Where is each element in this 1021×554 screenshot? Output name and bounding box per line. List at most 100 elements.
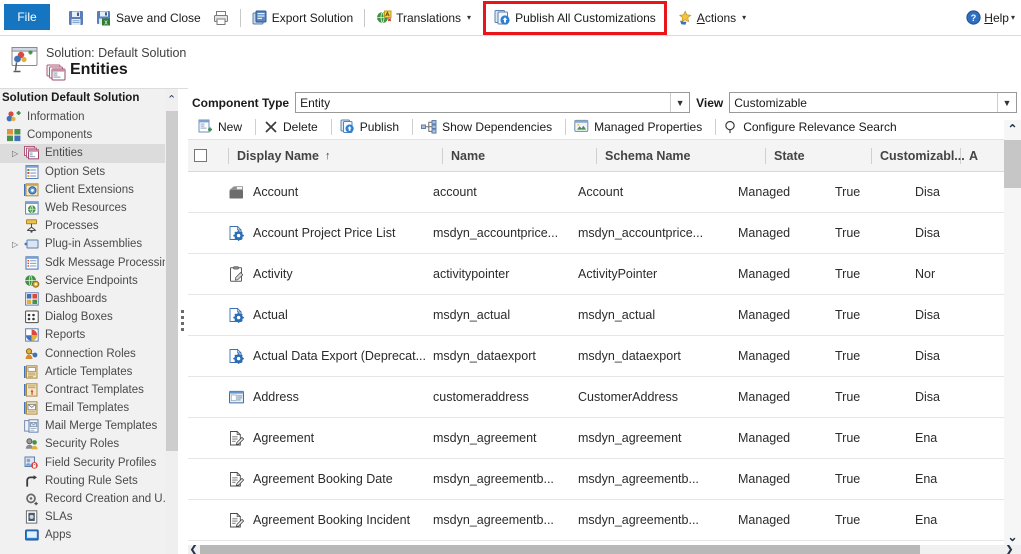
sidebar-item-reports[interactable]: Reports [0,326,178,344]
table-row[interactable]: Activity activitypointer ActivityPointer Ma… [188,254,1021,295]
splitter-grip-icon [181,309,184,334]
sidebar-item-record-creation-and-u[interactable]: Record Creation and U... [0,490,178,508]
cell-customizable: True [835,431,861,445]
file-tab[interactable]: File [4,4,50,30]
table-row[interactable]: Address customeraddress CustomerAddress Man… [188,377,1021,418]
sidebar-item-service-endpoints[interactable]: Service Endpoints [0,272,178,290]
sidebar-scrollbar-thumb[interactable] [166,111,178,451]
sidebar-item-dialog-boxes[interactable]: Dialog Boxes [0,308,178,326]
grid-vscroll-track[interactable] [1004,137,1021,528]
tree-expand-icon[interactable]: ▷ [12,240,23,249]
sidebar-scroll-up-icon[interactable]: ⌃ [167,93,176,106]
cell-display-name-text: Actual Data Export (Deprecat... [253,349,426,363]
sidebar-item-information[interactable]: Information [0,108,178,126]
column-header-state[interactable]: State [774,149,871,163]
solution-icon [8,46,38,74]
translations-button[interactable]: Translations ▾ [370,4,477,32]
routing-rule-sets-icon [24,474,40,488]
delete-button[interactable]: Delete [260,116,327,138]
sidebar-item-entities[interactable]: ▷ Entities [0,144,178,163]
sidebar-item-components[interactable]: Components [0,126,178,144]
table-row[interactable]: Actual msdyn_actual msdyn_actual Managed Tru… [188,295,1021,336]
publish-all-customizations-button[interactable]: Publish All Customizations [488,4,662,32]
grid-scroll-up-icon[interactable]: ⌃ [1004,120,1021,137]
sidebar-item-dashboards[interactable]: Dashboards [0,290,178,308]
sidebar-item-plug-in-assemblies[interactable]: ▷ Plug-in Assemblies [0,235,178,253]
sidebar-item-apps[interactable]: Apps [0,526,178,544]
sidebar-item-label: Apps [45,529,72,542]
sidebar-item-mail-merge-templates[interactable]: Mail Merge Templates [0,417,178,435]
grid-hscroll-thumb[interactable] [200,545,920,554]
column-header-schema-name[interactable]: Schema Name [605,149,765,163]
delete-x-icon [264,120,278,134]
cell-audit: Disa [915,185,941,199]
save-button[interactable] [62,4,90,32]
security-roles-icon [24,437,40,451]
managed-properties-button[interactable]: Managed Properties [570,116,711,138]
table-row[interactable]: Actual Data Export (Deprecat... msdyn_dat… [188,336,1021,377]
chevron-down-icon[interactable]: ▼ [670,93,690,112]
sidebar-item-web-resources[interactable]: Web Resources [0,199,178,217]
cell-display-name: Activity [228,265,433,283]
new-button[interactable]: New [194,116,251,138]
sidebar-scrollbar[interactable]: ⌃ [165,89,178,554]
sidebar-item-label: Article Templates [45,365,133,378]
actions-button[interactable]: Actions ▾ [671,4,752,32]
cell-name: msdyn_agreementb... [433,513,554,527]
component-type-select[interactable]: Entity ▼ [295,92,691,113]
configure-relevance-search-button[interactable]: Configure Relevance Search [720,116,905,138]
sidebar-item-security-roles[interactable]: Security Roles [0,435,178,453]
help-button[interactable]: ? Help ▾ [966,10,1015,25]
table-row[interactable]: Agreement Booking Date msdyn_agreementb..… [188,459,1021,500]
managed-properties-icon [574,119,589,134]
grid-scroll-left-icon[interactable]: ❮ [188,545,199,554]
publish-icon [340,119,355,134]
save-and-close-button[interactable]: x Save and Close [90,4,207,32]
sidebar-item-routing-rule-sets[interactable]: Routing Rule Sets [0,472,178,490]
grid-scroll-right-icon[interactable]: ❯ [1004,545,1015,554]
sidebar-item-label: Option Sets [45,165,106,178]
plugin-assemblies-icon [24,237,40,251]
sidebar-item-label: Contract Templates [45,383,144,396]
table-row[interactable]: Account Project Price List msdyn_accountp… [188,213,1021,254]
table-row[interactable]: Account account Account Managed True Disa [188,172,1021,213]
sidebar-item-processes[interactable]: Processes [0,217,178,235]
grid-separator-2 [330,118,332,135]
sidebar-item-connection-roles[interactable]: Connection Roles [0,344,178,362]
pane-splitter[interactable] [178,88,188,554]
sidebar-item-label: Security Roles [45,438,120,451]
sidebar-item-option-sets[interactable]: Option Sets [0,163,178,181]
chevron-down-icon: ▾ [742,13,747,22]
toolbar-separator-2 [364,8,366,27]
table-row[interactable]: Agreement Booking Incident msdyn_agreemen… [188,500,1021,541]
select-all-checkbox[interactable] [194,149,207,162]
sidebar-item-contract-templates[interactable]: Contract Templates [0,381,178,399]
export-solution-button[interactable]: Export Solution [246,4,359,32]
sidebar-item-email-templates[interactable]: Email Templates [0,399,178,417]
sidebar-item-slas[interactable]: SLAs [0,508,178,526]
column-header-display-name[interactable]: Display Name ↑ [237,149,442,163]
view-value: Customizable [734,95,807,110]
show-dependencies-button[interactable]: Show Dependencies [417,116,561,138]
table-row[interactable]: Agreement msdyn_agreement msdyn_agreement M… [188,418,1021,459]
grid-scroll-down-icon[interactable]: ⌄ [1004,528,1021,545]
publish-button[interactable]: Publish [336,116,408,138]
sidebar-item-client-extensions[interactable]: Client Extensions [0,181,178,199]
column-header-name[interactable]: Name [451,149,596,163]
view-select[interactable]: Customizable ▼ [729,92,1017,113]
grid-horizontal-scrollbar[interactable]: ❮ ❯ [188,545,1021,554]
translations-icon [376,10,392,26]
sidebar-item-label: Connection Roles [45,347,136,360]
tree-expand-icon[interactable]: ▷ [12,149,23,158]
cell-state: Managed [738,185,791,199]
print-button[interactable] [207,4,235,32]
sidebar-item-sdk-message-processin[interactable]: Sdk Message Processin... [0,254,178,272]
column-header-customizable[interactable]: Customizabl... [880,149,965,163]
publish-all-customizations-label: Publish All Customizations [515,10,656,25]
information-icon [6,110,22,124]
sidebar-item-field-security-profiles[interactable]: Field Security Profiles [0,454,178,472]
chevron-down-icon[interactable]: ▼ [997,93,1016,112]
sidebar-item-article-templates[interactable]: Article Templates [0,363,178,381]
grid-vscroll-thumb[interactable] [1004,140,1021,188]
grid-vertical-scrollbar[interactable]: ⌃ ⌄ [1004,120,1021,545]
